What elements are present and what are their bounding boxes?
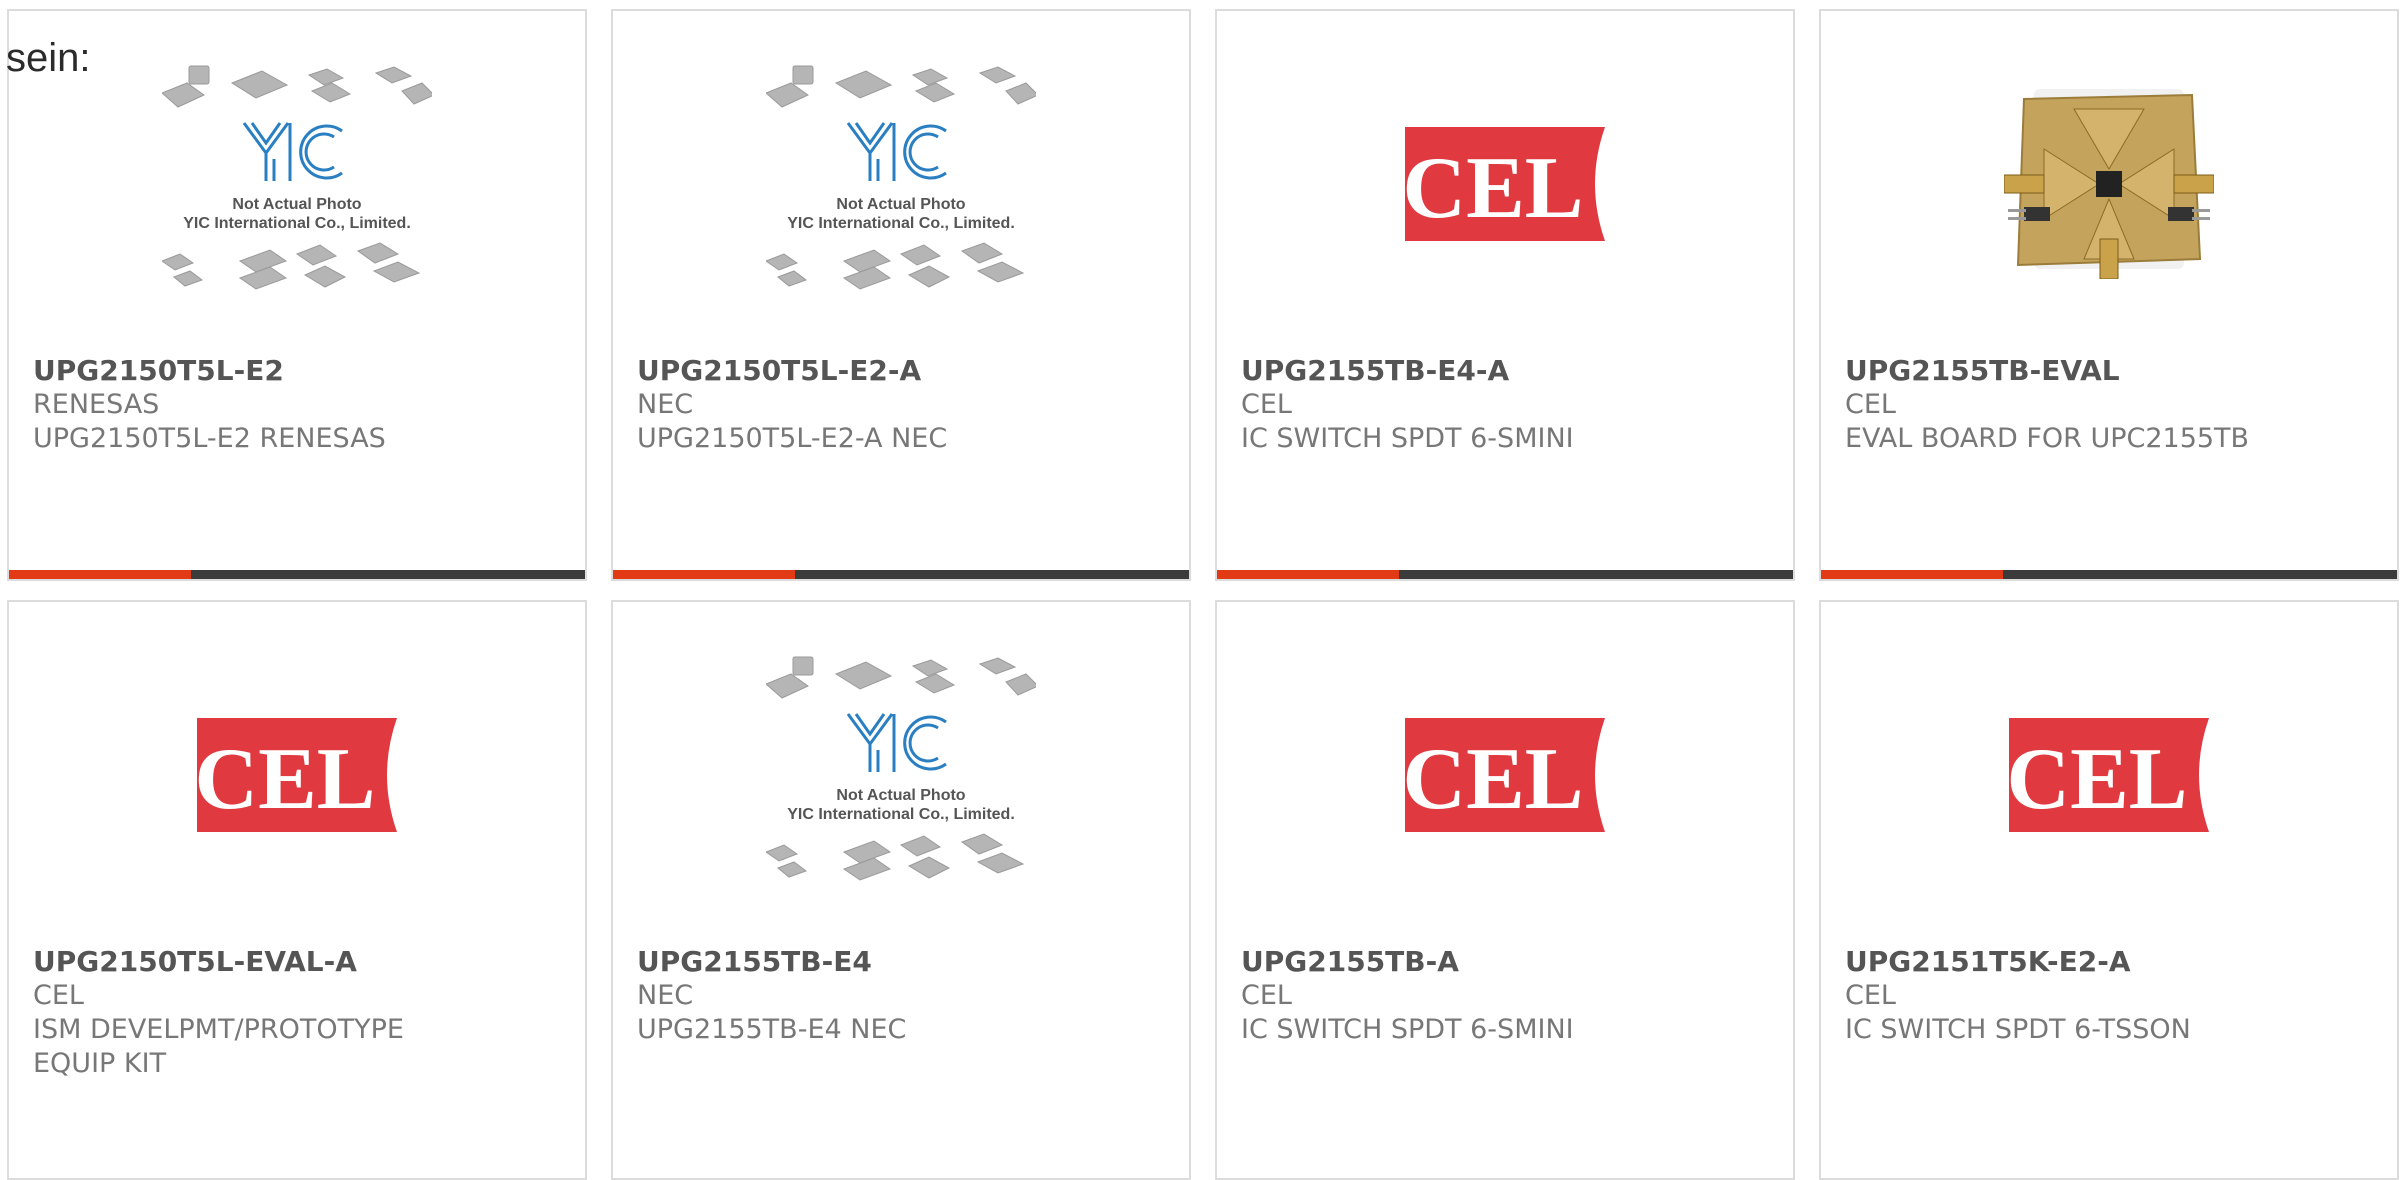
manufacturer: RENESAS bbox=[33, 389, 160, 420]
description: UPG2150T5L-E2-A NEC bbox=[637, 423, 948, 454]
product-card[interactable]: CEL UPG2150T5L-EVAL-A CEL ISM DEVELPMT/P… bbox=[7, 600, 587, 1180]
card-bottom-bar bbox=[613, 570, 1189, 579]
product-card[interactable]: Not Actual Photo YIC International Co., … bbox=[611, 9, 1191, 581]
card-bottom-bar bbox=[9, 570, 585, 579]
description: IC SWITCH SPDT 6-SMINI bbox=[1241, 1014, 1574, 1045]
yic-placeholder-image: Not Actual Photo YIC International Co., … bbox=[766, 652, 1036, 897]
part-number-link[interactable]: UPG2155TB-E4-A bbox=[1241, 354, 1777, 388]
product-card[interactable]: Not Actual Photo YIC International Co., … bbox=[7, 9, 587, 581]
product-grid: Not Actual Photo YIC International Co., … bbox=[0, 0, 2400, 1180]
yic-placeholder-image: Not Actual Photo YIC International Co., … bbox=[766, 61, 1036, 306]
description: UPG2155TB-E4 NEC bbox=[637, 1014, 907, 1045]
product-image[interactable]: CEL bbox=[1217, 11, 1793, 356]
card-bottom-bar bbox=[1821, 570, 2397, 579]
placeholder-line1: Not Actual Photo bbox=[836, 196, 965, 213]
product-image[interactable] bbox=[1821, 11, 2397, 356]
product-card[interactable]: CEL UPG2155TB-E4-A CEL IC SWITCH SPDT 6-… bbox=[1215, 9, 1795, 581]
product-card[interactable]: CEL UPG2155TB-A CEL IC SWITCH SPDT 6-SMI… bbox=[1215, 600, 1795, 1180]
placeholder-line2: YIC International Co., Limited. bbox=[183, 215, 411, 232]
description: IC SWITCH SPDT 6-SMINI bbox=[1241, 423, 1574, 454]
cel-logo-image: CEL bbox=[1405, 126, 1605, 241]
manufacturer: NEC bbox=[637, 389, 694, 420]
manufacturer: NEC bbox=[637, 980, 694, 1011]
description: UPG2150T5L-E2 RENESAS bbox=[33, 423, 386, 454]
product-card[interactable]: Not Actual Photo YIC International Co., … bbox=[611, 600, 1191, 1180]
manufacturer: CEL bbox=[33, 980, 84, 1011]
manufacturer: CEL bbox=[1241, 389, 1292, 420]
cel-logo-text: CEL bbox=[197, 731, 375, 828]
card-bottom-bar bbox=[1217, 570, 1793, 579]
part-number-link[interactable]: UPG2150T5L-EVAL-A bbox=[33, 945, 569, 979]
part-number-link[interactable]: UPG2155TB-EVAL bbox=[1845, 354, 2381, 388]
product-image[interactable]: Not Actual Photo YIC International Co., … bbox=[9, 11, 585, 356]
part-number-link[interactable]: UPG2150T5L-E2 bbox=[33, 354, 569, 388]
product-image[interactable]: CEL bbox=[9, 602, 585, 947]
placeholder-line2: YIC International Co., Limited. bbox=[787, 215, 1015, 232]
placeholder-line1: Not Actual Photo bbox=[836, 787, 965, 804]
cel-logo-image: CEL bbox=[197, 717, 397, 832]
part-number-link[interactable]: UPG2150T5L-E2-A bbox=[637, 354, 1173, 388]
part-number-link[interactable]: UPG2155TB-A bbox=[1241, 945, 1777, 979]
cel-logo-text: CEL bbox=[1405, 731, 1583, 828]
product-image[interactable]: Not Actual Photo YIC International Co., … bbox=[613, 602, 1189, 947]
manufacturer: CEL bbox=[1845, 980, 1896, 1011]
manufacturer: CEL bbox=[1845, 389, 1896, 420]
description: IC SWITCH SPDT 6-TSSON bbox=[1845, 1014, 2191, 1045]
placeholder-line2: YIC International Co., Limited. bbox=[787, 806, 1015, 823]
cel-logo-image: CEL bbox=[2009, 717, 2209, 832]
placeholder-line1: Not Actual Photo bbox=[232, 196, 361, 213]
cel-logo-text: CEL bbox=[1405, 140, 1583, 237]
description: ISM DEVELPMT/PROTOTYPE EQUIP KIT bbox=[33, 1014, 404, 1079]
description: EVAL BOARD FOR UPC2155TB bbox=[1845, 423, 2250, 454]
product-image[interactable]: CEL bbox=[1217, 602, 1793, 947]
eval-board-photo bbox=[2004, 88, 2214, 279]
part-number-link[interactable]: UPG2155TB-E4 bbox=[637, 945, 1173, 979]
product-image[interactable]: CEL bbox=[1821, 602, 2397, 947]
yic-placeholder-image: Not Actual Photo YIC International Co., … bbox=[162, 61, 432, 306]
intro-text: sein: bbox=[6, 36, 91, 80]
product-image[interactable]: Not Actual Photo YIC International Co., … bbox=[613, 11, 1189, 356]
product-card[interactable]: UPG2155TB-EVAL CEL EVAL BOARD FOR UPC215… bbox=[1819, 9, 2399, 581]
manufacturer: CEL bbox=[1241, 980, 1292, 1011]
cel-logo-image: CEL bbox=[1405, 717, 1605, 832]
part-number-link[interactable]: UPG2151T5K-E2-A bbox=[1845, 945, 2381, 979]
cel-logo-text: CEL bbox=[2009, 731, 2187, 828]
product-card[interactable]: CEL UPG2151T5K-E2-A CEL IC SWITCH SPDT 6… bbox=[1819, 600, 2399, 1180]
